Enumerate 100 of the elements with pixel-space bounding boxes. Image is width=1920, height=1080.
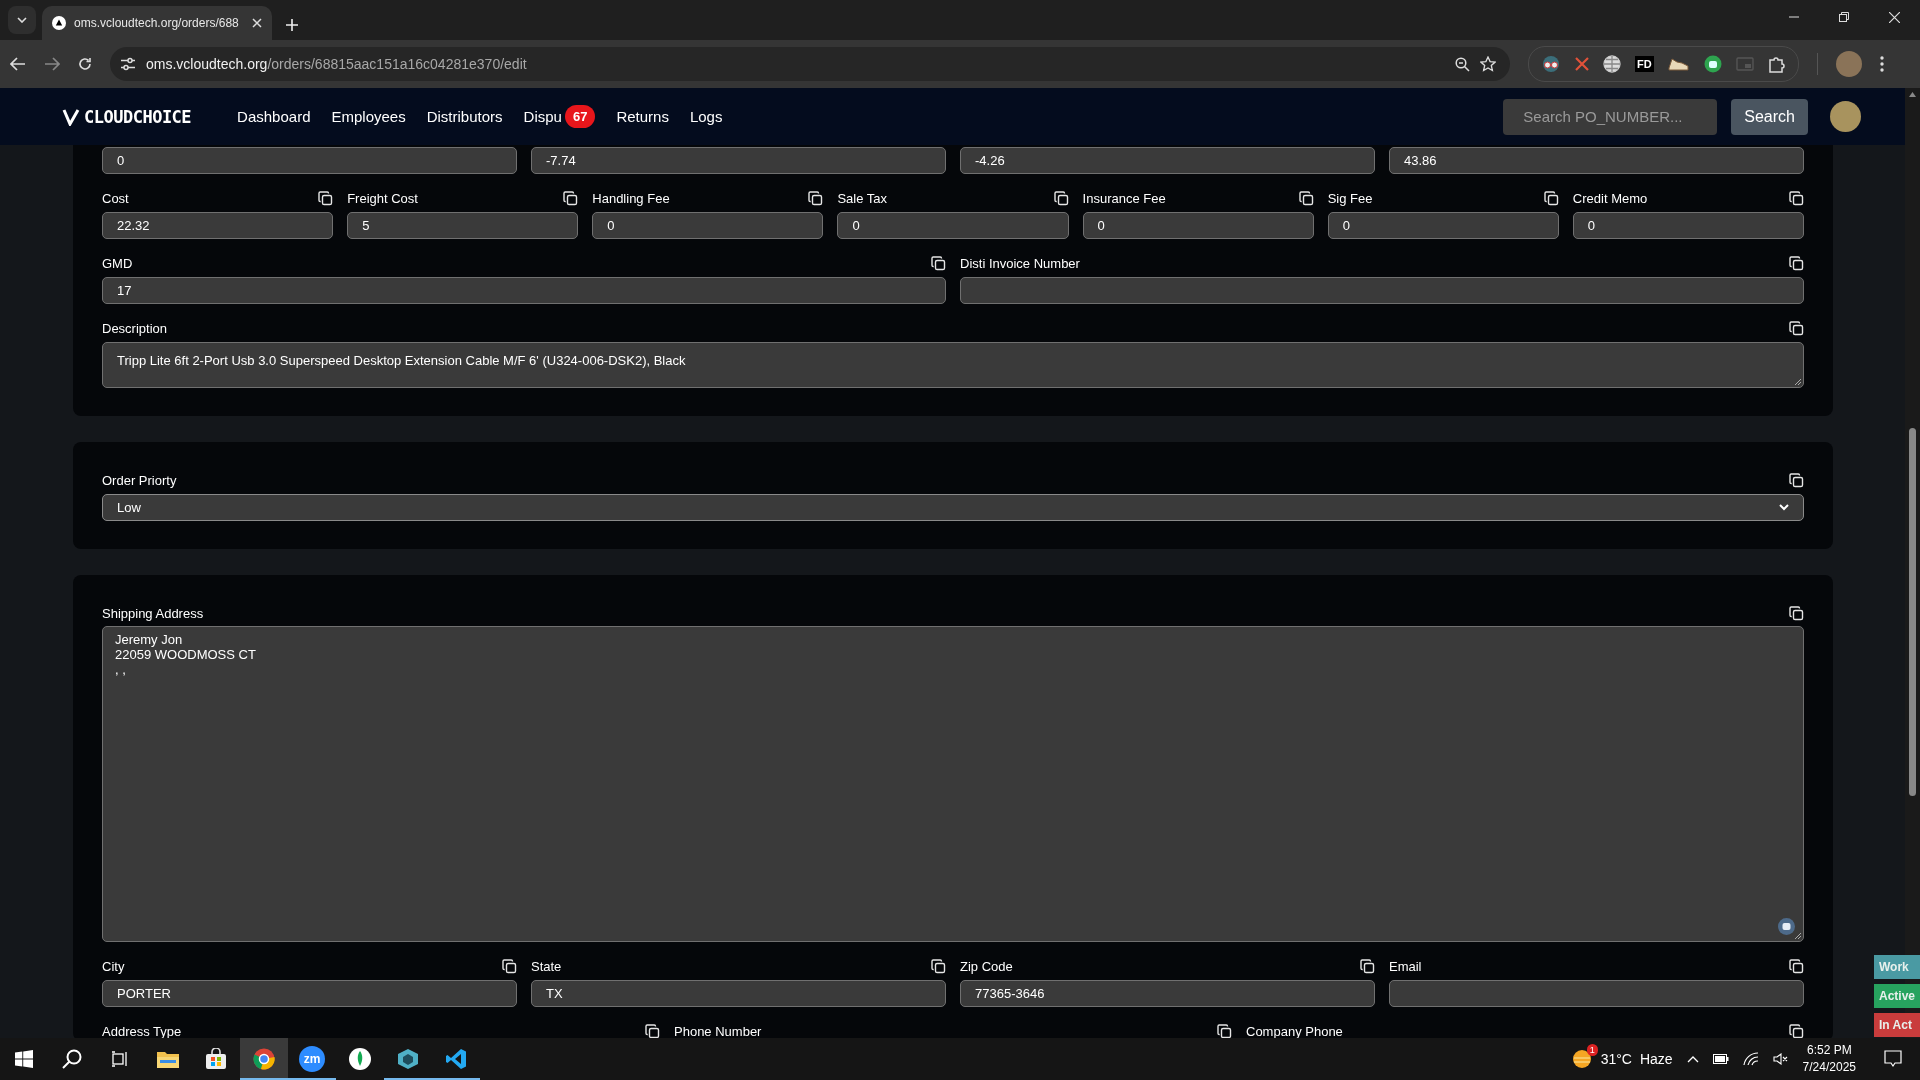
field-label: Freight Cost <box>347 190 418 206</box>
task-view-icon[interactable] <box>111 1051 129 1067</box>
back-icon[interactable] <box>10 57 26 71</box>
wifi-icon[interactable] <box>1742 1052 1759 1066</box>
copy-icon[interactable] <box>1360 958 1375 974</box>
scrollbar-thumb[interactable] <box>1909 428 1916 796</box>
copy-icon[interactable] <box>1789 472 1804 488</box>
cross-icon[interactable] <box>1575 57 1589 71</box>
globe-icon[interactable] <box>1603 55 1621 73</box>
copy-icon[interactable] <box>1789 605 1804 621</box>
input-field[interactable]: 0 <box>837 212 1069 239</box>
leaf-icon <box>349 1048 371 1070</box>
field-label: Shipping Address <box>102 605 204 621</box>
input-field[interactable]: 43.86 <box>1389 147 1804 174</box>
restore-icon[interactable] <box>1839 12 1849 22</box>
nav-link[interactable]: Dispu <box>523 108 562 125</box>
notification-badge: 1 <box>1586 1044 1598 1056</box>
copy-icon[interactable] <box>1543 190 1559 206</box>
input-field[interactable]: 17 <box>102 277 946 304</box>
input-field[interactable]: PORTER <box>102 980 517 1007</box>
input-field[interactable]: 77365-3646 <box>960 980 1375 1007</box>
copy-icon[interactable] <box>1789 1023 1804 1038</box>
extensions-icon[interactable] <box>1767 55 1786 73</box>
field-label: Insurance Fee <box>1082 190 1166 206</box>
field-label: City <box>102 958 125 974</box>
input-field[interactable]: TX <box>531 980 946 1007</box>
muted-speaker-icon[interactable] <box>1772 1053 1789 1065</box>
field-label: Phone Number <box>674 1023 762 1038</box>
glasses-icon[interactable] <box>1541 55 1561 73</box>
new-tab-icon[interactable] <box>286 19 298 31</box>
scroll-up-icon[interactable] <box>1909 92 1916 97</box>
copy-icon[interactable] <box>563 190 579 206</box>
clock-time[interactable]: 6:52 PM <box>1806 1042 1852 1059</box>
menu-icon[interactable] <box>1879 56 1884 72</box>
tab-list-button[interactable] <box>8 6 36 34</box>
extension-icon[interactable]: FD <box>1635 56 1654 72</box>
copy-icon[interactable] <box>931 255 946 271</box>
copy-icon[interactable] <box>502 958 517 974</box>
weather-text[interactable]: Haze <box>1639 1051 1673 1067</box>
input-field[interactable]: 5 <box>347 212 579 239</box>
clock-date[interactable]: 7/24/2025 <box>1802 1059 1856 1076</box>
logo-text[interactable]: CLOUDCHOICE <box>84 106 192 127</box>
nav-link[interactable]: Employees <box>331 108 406 125</box>
copy-icon[interactable] <box>1789 958 1804 974</box>
count-badge: 67 <box>564 105 596 128</box>
user-avatar[interactable] <box>1830 101 1861 132</box>
temperature-text[interactable]: 31°C <box>1600 1051 1632 1067</box>
field-label: Handling Fee <box>592 190 670 206</box>
close-icon[interactable] <box>252 18 262 28</box>
resize-grip-icon[interactable] <box>1794 378 1801 385</box>
site-settings-icon[interactable] <box>120 57 136 71</box>
search-field[interactable]: Search PO_NUMBER... <box>1503 98 1718 135</box>
notification-icon[interactable] <box>1884 1050 1902 1068</box>
copy-icon[interactable] <box>1217 1023 1232 1038</box>
nav-link[interactable]: Distributors <box>426 108 503 125</box>
input-field[interactable]: 0 <box>1327 212 1559 239</box>
input-field[interactable]: 22.32 <box>102 212 334 239</box>
resize-grip-icon[interactable] <box>1794 932 1801 939</box>
input-field[interactable]: 0 <box>1082 212 1314 239</box>
copy-icon[interactable] <box>318 190 334 206</box>
reload-icon[interactable] <box>78 57 92 71</box>
nav-link[interactable]: Logs <box>689 108 723 125</box>
start-icon[interactable] <box>15 1050 33 1068</box>
close-icon[interactable] <box>1889 12 1900 23</box>
input-field[interactable] <box>960 277 1804 304</box>
copy-icon[interactable] <box>645 1023 660 1038</box>
status-tab[interactable]: In Act <box>1874 1013 1920 1037</box>
field-label: Sig Fee <box>1327 190 1373 206</box>
input-field[interactable] <box>1389 980 1804 1007</box>
copy-icon[interactable] <box>1053 190 1069 206</box>
input-field[interactable]: -4.26 <box>960 147 1375 174</box>
search-button[interactable]: Search <box>1731 98 1808 135</box>
copy-icon[interactable] <box>931 958 946 974</box>
input-field[interactable]: 0 <box>1572 212 1804 239</box>
field-label: Zip Code <box>960 958 1013 974</box>
taskbar-app-slot[interactable] <box>240 1038 288 1080</box>
nav-link[interactable]: Returns <box>616 108 669 125</box>
nav-link[interactable]: Dashboard <box>237 108 311 125</box>
field-label: Order Priorty <box>102 472 177 488</box>
battery-icon[interactable] <box>1712 1054 1729 1064</box>
chevron-up-icon[interactable] <box>1686 1055 1699 1063</box>
description-field[interactable]: Tripp Lite 6ft 2-Port Usb 3.0 Superspeed Desktop Extension Cable M/F 6' (U324-006-DSK2), Black <box>102 342 1804 388</box>
priority-select[interactable]: Low <box>102 494 1804 521</box>
zoom-icon[interactable] <box>1455 56 1470 72</box>
input-field[interactable]: 0 <box>592 212 824 239</box>
browser-icon <box>253 1048 275 1070</box>
forward-icon[interactable] <box>44 57 60 71</box>
search-icon[interactable] <box>62 1049 82 1069</box>
input-field[interactable]: 0 <box>102 147 517 174</box>
star-icon[interactable] <box>1480 56 1496 72</box>
copy-icon[interactable] <box>808 190 824 206</box>
field-label: Disti Invoice Number <box>960 255 1080 271</box>
copy-icon[interactable] <box>1298 190 1314 206</box>
copy-icon[interactable] <box>1789 190 1804 206</box>
address-field[interactable]: Jeremy Jon 22059 WOODMOSS CT , , <box>102 626 1804 942</box>
copy-icon[interactable] <box>1789 320 1804 336</box>
profile-avatar[interactable] <box>1835 51 1862 77</box>
browser-tab[interactable]: oms.vcloudtech.org/orders/688 <box>42 6 272 40</box>
copy-icon[interactable] <box>1789 255 1804 271</box>
input-field[interactable]: -7.74 <box>531 147 946 174</box>
